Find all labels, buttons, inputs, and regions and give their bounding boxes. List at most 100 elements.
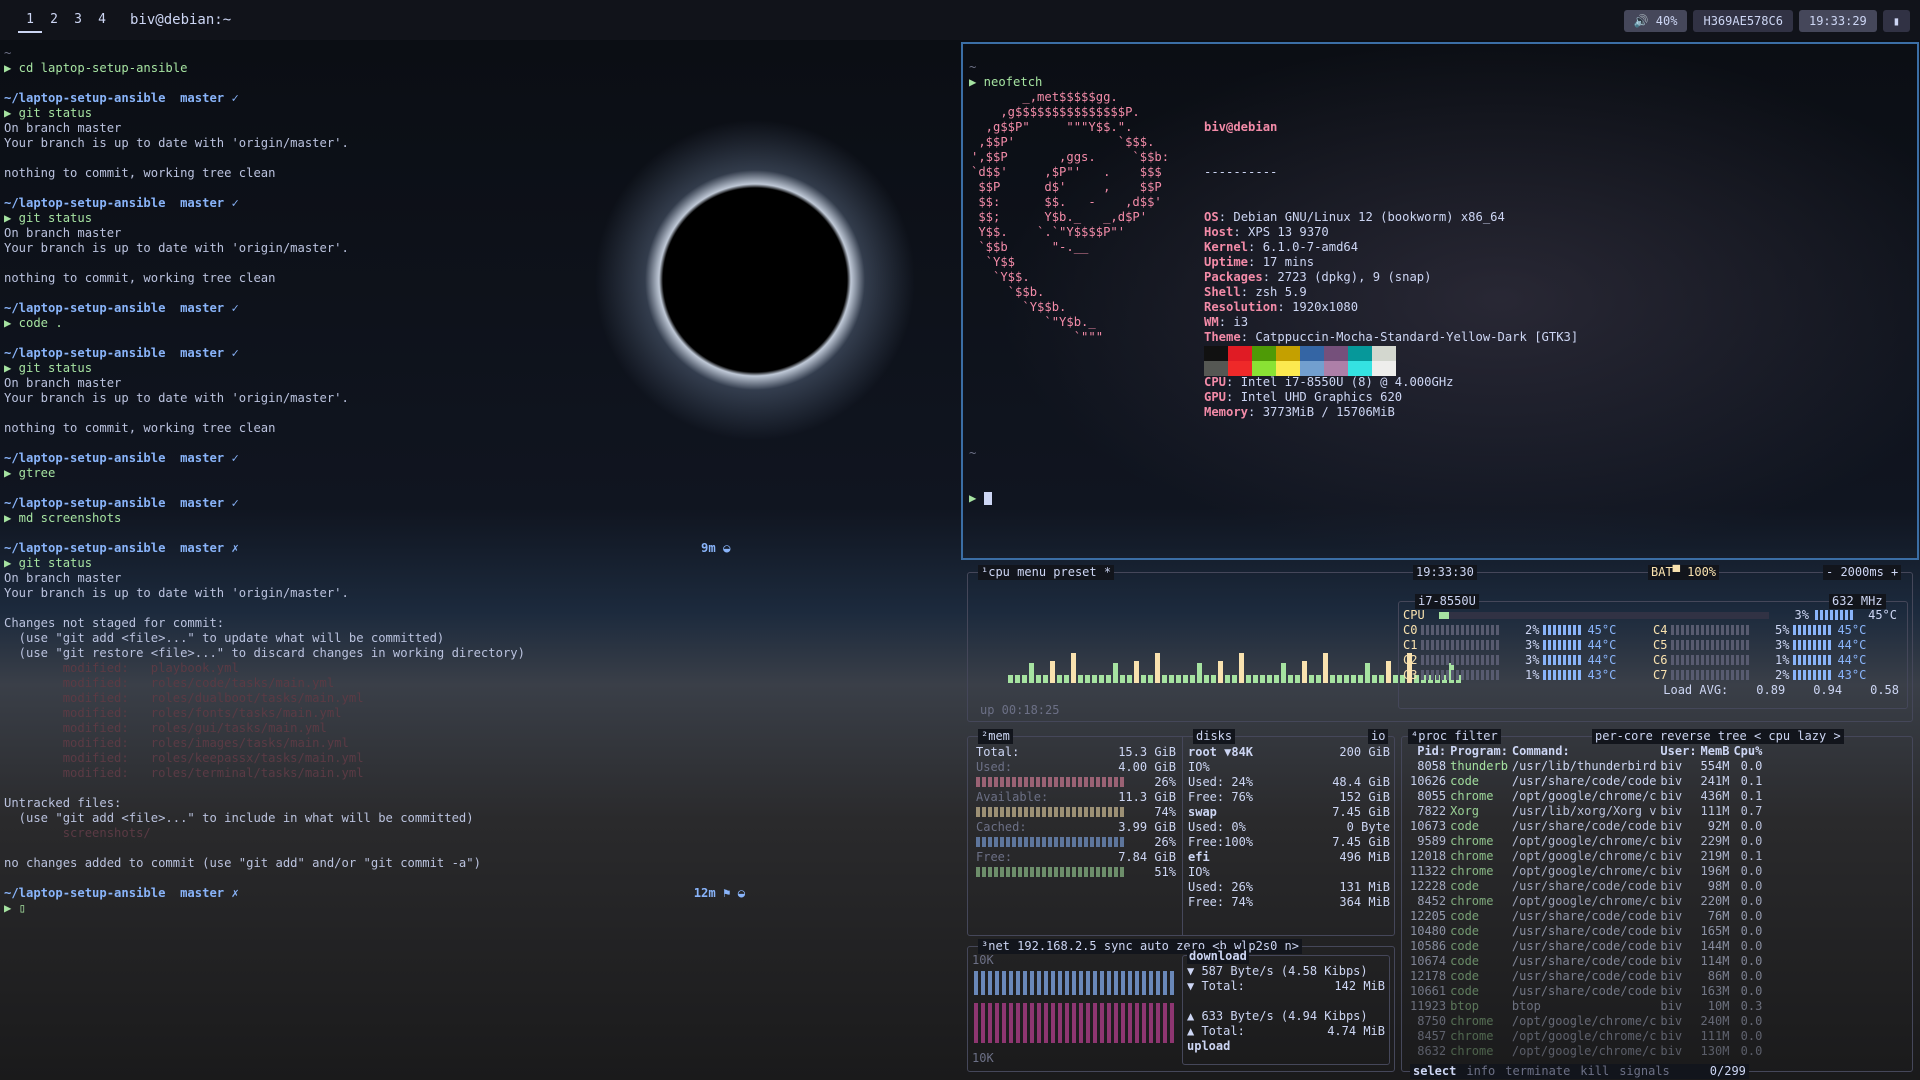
proc-header-cell[interactable]: Command: bbox=[1512, 744, 1661, 759]
net-title[interactable]: ³net bbox=[981, 939, 1010, 953]
table-row[interactable]: 8750 chrome/opt/google/chrome/c biv 240M 0.0 bbox=[1410, 1014, 1766, 1029]
table-row[interactable]: 12205 code/usr/share/code/code biv 76M 0.0 bbox=[1410, 909, 1766, 924]
system-info: biv@debian ---------- OS: Debian GNU/Lin… bbox=[1204, 90, 1578, 450]
color-swatch bbox=[1300, 346, 1324, 361]
menu-button[interactable]: menu bbox=[1017, 565, 1046, 579]
table-row[interactable]: 12178 code/usr/share/code/code biv 86M 0.0 bbox=[1410, 969, 1766, 984]
info-row: Memory: 3773MiB / 15706MiB bbox=[1204, 405, 1578, 420]
table-row[interactable]: 10661 code/usr/share/code/code biv 163M 0.0 bbox=[1410, 984, 1766, 999]
mem-title[interactable]: ²mem bbox=[978, 729, 1013, 744]
proc-title[interactable]: ⁴proc bbox=[1411, 729, 1447, 743]
table-row[interactable]: 10673 code/usr/share/code/code biv 92M 0.0 bbox=[1410, 819, 1766, 834]
neofetch-prompt[interactable]: ~ ▶ bbox=[969, 416, 998, 536]
core-temp: 44°C bbox=[1587, 638, 1617, 652]
info-row: Theme: Catppuccin-Mocha-Standard-Yellow-… bbox=[1204, 330, 1578, 345]
cpu-graph-bar bbox=[1015, 675, 1020, 683]
table-row[interactable]: 7822 Xorg/usr/lib/xorg/Xorg v biv 111M 0.7 bbox=[1410, 804, 1766, 819]
mem-free-value: 7.84 GiB bbox=[1118, 850, 1176, 864]
table-row[interactable]: 12018 chrome/opt/google/chrome/c biv 219M 0.… bbox=[1410, 849, 1766, 864]
info-colon: : bbox=[1277, 300, 1293, 314]
proc-sort[interactable]: < cpu lazy > bbox=[1754, 729, 1841, 743]
update-interval[interactable]: - 2000ms + bbox=[1823, 565, 1902, 580]
proc-header-cell[interactable]: Pid: bbox=[1410, 744, 1450, 759]
mem-available-value: 11.3 GiB bbox=[1118, 790, 1176, 804]
table-row[interactable]: 8058 thunderb/usr/lib/thunderbird biv 554M 0… bbox=[1410, 759, 1766, 774]
cpu-core-row: C6 1% 44°C bbox=[1653, 653, 1903, 668]
proc-info[interactable]: info bbox=[1466, 1064, 1495, 1079]
disk-root-used-value: 48.4 GiB bbox=[1332, 775, 1390, 789]
table-row[interactable]: 10626 code/usr/share/code/code biv 241M 0.1 bbox=[1410, 774, 1766, 789]
workspace-button[interactable]: 2 bbox=[42, 8, 66, 33]
terminal-line: Your branch is up to date with 'origin/m… bbox=[4, 586, 349, 600]
terminal-line: nothing to commit, working tree clean bbox=[4, 421, 276, 435]
table-row[interactable]: 11923 btop btop biv 10M 0.3 bbox=[1410, 999, 1766, 1014]
core-name: C2 bbox=[1403, 653, 1418, 667]
core-pct: 3% bbox=[1775, 638, 1790, 652]
proc-header-cell[interactable]: MemB bbox=[1701, 744, 1734, 759]
proc-header-cell[interactable]: Cpu% bbox=[1733, 744, 1766, 759]
table-row[interactable]: 11322 chrome/opt/google/chrome/c biv 196M 0.… bbox=[1410, 864, 1766, 879]
proc-reverse[interactable]: reverse bbox=[1660, 729, 1711, 743]
cpu-graph-bar bbox=[1337, 675, 1342, 683]
proc-cell: 0.0 bbox=[1740, 909, 1763, 923]
net-sync[interactable]: sync bbox=[1104, 939, 1133, 953]
mem-total-label: Total: bbox=[976, 745, 1020, 759]
proc-cell: 10586 bbox=[1410, 939, 1447, 953]
core-name: C7 bbox=[1653, 668, 1668, 682]
info-value: zsh 5.9 bbox=[1255, 285, 1307, 299]
table-row[interactable]: 9589 chrome/opt/google/chrome/c biv 229M 0.0 bbox=[1410, 834, 1766, 849]
disks-title[interactable]: disks bbox=[1193, 729, 1236, 744]
table-row[interactable]: 8055 chrome/opt/google/chrome/c biv 436M 0.1 bbox=[1410, 789, 1766, 804]
cpu-graph-bar bbox=[1071, 653, 1076, 683]
io-toggle[interactable]: io bbox=[1368, 729, 1389, 744]
terminal-neofetch[interactable]: ~ ▶ neofetch _,met$$$$$gg. ,g$$$$$$$$$$$… bbox=[961, 42, 1919, 560]
terminal-line: ▶ git status bbox=[4, 211, 93, 225]
table-row[interactable]: 12228 code/usr/share/code/code biv 98M 0.0 bbox=[1410, 879, 1766, 894]
logo-line: `$$b "-.__ bbox=[971, 240, 1089, 254]
proc-header-cell[interactable]: Program: bbox=[1450, 744, 1512, 759]
table-row[interactable]: 10586 code/usr/share/code/code biv 144M 0.0 bbox=[1410, 939, 1766, 954]
network-indicator[interactable]: H369AE578C6 bbox=[1693, 10, 1793, 32]
mem-cached-bar bbox=[976, 837, 1126, 847]
cpu-graph-bar bbox=[1281, 663, 1286, 683]
preset-button[interactable]: preset * bbox=[1053, 565, 1111, 579]
proc-percore[interactable]: per-core bbox=[1595, 729, 1653, 743]
proc-tree[interactable]: tree bbox=[1718, 729, 1747, 743]
upload-total: 4.74 MiB bbox=[1327, 1024, 1385, 1038]
proc-terminate[interactable]: terminate bbox=[1505, 1064, 1570, 1079]
workspace-button[interactable]: 1 bbox=[18, 8, 42, 33]
volume-indicator[interactable]: 🔊 40% bbox=[1623, 10, 1688, 32]
mem-cached-pct: 26% bbox=[1154, 835, 1176, 849]
disk-root-used-label: Used: 24% bbox=[1188, 775, 1254, 789]
btop-monitor[interactable]: ¹cpu menu preset * 19:33:30 BAT▀ 100% - … bbox=[961, 560, 1919, 1079]
table-row[interactable]: 8457 chrome/opt/google/chrome/c biv 111M 0.0 bbox=[1410, 1029, 1766, 1044]
table-row[interactable]: 10674 code/usr/share/code/code biv 114M 0.0 bbox=[1410, 954, 1766, 969]
disk-swap-used: Used: 0% 0 Byte bbox=[1188, 820, 1390, 835]
table-row[interactable]: 8452 chrome/opt/google/chrome/c biv 220M 0.0 bbox=[1410, 894, 1766, 909]
cpu-title[interactable]: ¹cpu bbox=[981, 565, 1010, 579]
logo-line: `"Y$b._ bbox=[971, 315, 1096, 329]
proc-cell: 554M bbox=[1700, 759, 1730, 773]
mem-used-label: Used: bbox=[976, 760, 1013, 774]
proc-header-cell[interactable]: User: bbox=[1660, 744, 1700, 759]
color-swatch bbox=[1276, 361, 1300, 376]
disk-efi-io-label: IO% bbox=[1188, 865, 1210, 879]
proc-cell: /opt/google/chrome/c bbox=[1511, 864, 1657, 878]
workspace-button[interactable]: 4 bbox=[90, 8, 114, 33]
proc-signals[interactable]: signals bbox=[1619, 1064, 1670, 1079]
mem-free-label: Free: bbox=[976, 850, 1013, 864]
table-row[interactable]: 8632 chrome/opt/google/chrome/c biv 130M 0.0 bbox=[1410, 1044, 1766, 1059]
proc-filter[interactable]: filter bbox=[1454, 729, 1497, 743]
proc-select[interactable]: select bbox=[1413, 1064, 1456, 1079]
info-value: 17 mins bbox=[1262, 255, 1315, 269]
terminal-left[interactable]: ~ ▶ cd laptop-setup-ansible ~/laptop-setup… bbox=[0, 42, 958, 1078]
proc-kill[interactable]: kill bbox=[1580, 1064, 1609, 1079]
table-row[interactable]: 10480 code/usr/share/code/code biv 165M 0.0 bbox=[1410, 924, 1766, 939]
logo-line: Y$$. `.`"Y$$$$P"' bbox=[971, 225, 1126, 239]
proc-cell: 0.0 bbox=[1740, 879, 1763, 893]
cpu-graph-bar bbox=[1323, 653, 1328, 683]
workspace-button[interactable]: 3 bbox=[66, 8, 90, 33]
mem-available-label: Available: bbox=[976, 790, 1049, 804]
net-auto[interactable]: auto bbox=[1140, 939, 1169, 953]
proc-cell: /opt/google/chrome/c bbox=[1511, 849, 1657, 863]
